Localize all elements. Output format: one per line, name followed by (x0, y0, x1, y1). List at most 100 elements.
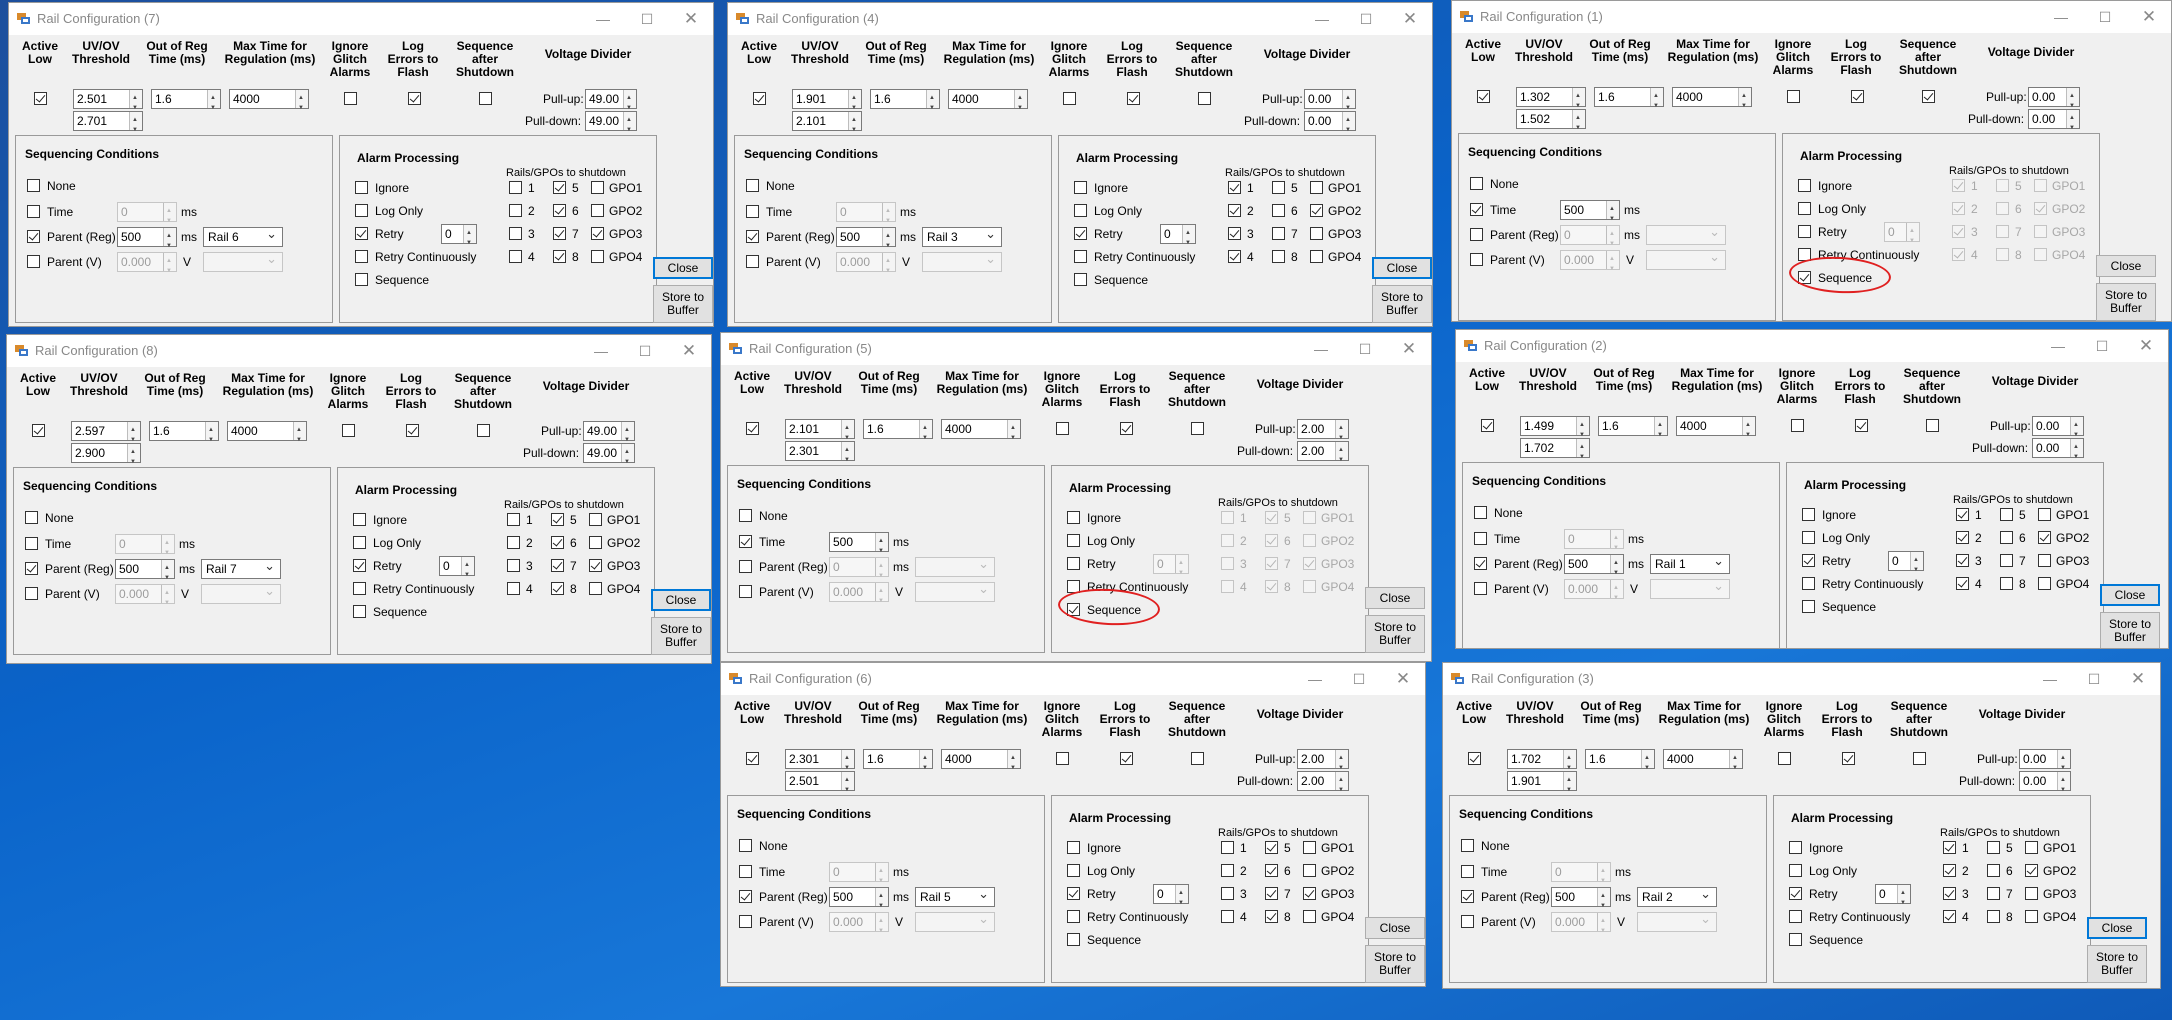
out-of-reg-time-input[interactable]: 1.6 (149, 421, 219, 449)
shutdown-rail-5-checkbox[interactable] (2000, 508, 2013, 521)
uv-threshold-input[interactable]: 2.101 (785, 419, 855, 447)
spin-buttons[interactable] (2066, 87, 2079, 115)
alarm-retry-checkbox[interactable] (355, 227, 368, 240)
spin-buttons[interactable] (875, 532, 888, 560)
active-low-checkbox[interactable] (1477, 90, 1490, 103)
active-low-checkbox[interactable] (1468, 752, 1481, 765)
seq-time-checkbox[interactable] (739, 535, 752, 548)
minimize-icon[interactable]: — (587, 339, 615, 363)
alarm-retry-checkbox[interactable] (1802, 554, 1815, 567)
spin-buttons[interactable] (2057, 749, 2070, 777)
seq-none-checkbox[interactable] (746, 179, 759, 192)
alarm-retry-checkbox[interactable] (1789, 887, 1802, 900)
alarm-retry-continuously-checkbox[interactable] (1074, 250, 1087, 263)
spin-buttons[interactable] (129, 89, 142, 117)
seq-time-checkbox[interactable] (746, 205, 759, 218)
out-of-reg-time-input[interactable]: 1.6 (1594, 87, 1664, 115)
parent-rail-select[interactable]: Rail 6 (203, 225, 283, 247)
alarm-ignore-checkbox[interactable] (1802, 508, 1815, 521)
uv-threshold-input[interactable]: 2.301 (785, 749, 855, 777)
shutdown-rail-8-checkbox[interactable] (1265, 910, 1278, 923)
spin-buttons[interactable] (875, 887, 888, 915)
spin-buttons[interactable] (127, 421, 140, 449)
ov-threshold-input[interactable]: 1.901 (1507, 771, 1577, 799)
spin-buttons[interactable] (205, 421, 218, 449)
seq-time-checkbox[interactable] (1474, 532, 1487, 545)
shutdown-rail-7-checkbox[interactable] (1987, 887, 2000, 900)
shutdown-gpo1-checkbox[interactable] (591, 181, 604, 194)
pull-up-input[interactable]: 0.00 (2028, 87, 2080, 115)
close-icon[interactable]: ✕ (677, 7, 705, 31)
spin-buttons[interactable] (1014, 89, 1027, 117)
retry-count-input[interactable]: 0 (439, 556, 475, 584)
log-errors-checkbox[interactable] (1851, 90, 1864, 103)
ignore-glitch-checkbox[interactable] (1791, 419, 1804, 432)
seq-after-shutdown-checkbox[interactable] (1926, 419, 1939, 432)
shutdown-rail-5-checkbox[interactable] (1272, 181, 1285, 194)
minimize-icon[interactable]: — (1301, 667, 1329, 691)
close-icon[interactable]: ✕ (1395, 337, 1423, 361)
seq-time-checkbox[interactable] (1461, 865, 1474, 878)
close-button[interactable]: Close (1365, 917, 1425, 939)
shutdown-rail-2-checkbox[interactable] (509, 204, 522, 217)
alarm-retry-checkbox[interactable] (1067, 557, 1080, 570)
ignore-glitch-checkbox[interactable] (1056, 422, 1069, 435)
shutdown-rail-6-checkbox[interactable] (551, 536, 564, 549)
title-bar[interactable]: Rail Configuration (7) — ☐ ✕ (9, 3, 713, 35)
spin-buttons[interactable] (2066, 109, 2079, 137)
alarm-sequence-checkbox[interactable] (1789, 933, 1802, 946)
spin-buttons[interactable] (1641, 749, 1654, 777)
shutdown-rail-6-checkbox[interactable] (553, 204, 566, 217)
alarm-log-only-checkbox[interactable] (1802, 531, 1815, 544)
spin-buttons[interactable] (1007, 749, 1020, 777)
spin-buttons[interactable] (1335, 441, 1348, 469)
uv-threshold-input[interactable]: 2.597 (71, 421, 141, 449)
spin-buttons[interactable] (461, 556, 474, 584)
title-bar[interactable]: Rail Configuration (4) — ☐ ✕ (728, 3, 1432, 35)
spin-buttons[interactable] (1654, 416, 1667, 444)
minimize-icon[interactable]: — (1308, 7, 1336, 31)
shutdown-rail-1-checkbox[interactable] (1956, 508, 1969, 521)
seq-parent-v-checkbox[interactable] (1470, 253, 1483, 266)
store-to-buffer-button[interactable]: Store to Buffer (2087, 945, 2147, 983)
title-bar[interactable]: Rail Configuration (1) — ☐ ✕ (1452, 1, 2171, 33)
out-of-reg-time-input[interactable]: 1.6 (870, 89, 940, 117)
log-errors-checkbox[interactable] (408, 92, 421, 105)
seq-parent-reg-checkbox[interactable] (27, 230, 40, 243)
close-button[interactable]: Close (2087, 917, 2147, 939)
minimize-icon[interactable]: — (2036, 667, 2064, 691)
pull-up-input[interactable]: 0.00 (2019, 749, 2071, 777)
close-icon[interactable]: ✕ (1396, 7, 1424, 31)
retry-count-input[interactable]: 0 (1153, 884, 1189, 912)
spin-buttons[interactable] (841, 771, 854, 799)
spin-buttons[interactable] (1576, 438, 1589, 466)
spin-buttons[interactable] (882, 227, 895, 255)
spin-buttons[interactable] (848, 111, 861, 139)
store-to-buffer-button[interactable]: Store to Buffer (2100, 612, 2160, 648)
log-errors-checkbox[interactable] (1120, 752, 1133, 765)
close-icon[interactable]: ✕ (2132, 334, 2160, 358)
spin-buttons[interactable] (161, 559, 174, 587)
pull-down-input[interactable]: 0.00 (1304, 111, 1356, 139)
log-errors-checkbox[interactable] (1120, 422, 1133, 435)
seq-parent-v-checkbox[interactable] (27, 255, 40, 268)
close-button[interactable]: Close (2100, 584, 2160, 606)
pull-down-input[interactable]: 0.00 (2028, 109, 2080, 137)
out-of-reg-time-input[interactable]: 1.6 (863, 419, 933, 447)
alarm-ignore-checkbox[interactable] (1789, 841, 1802, 854)
seq-parent-v-checkbox[interactable] (739, 585, 752, 598)
spin-buttons[interactable] (1897, 884, 1910, 912)
shutdown-gpo2-checkbox[interactable] (1310, 204, 1323, 217)
alarm-ignore-checkbox[interactable] (355, 181, 368, 194)
spin-buttons[interactable] (841, 441, 854, 469)
shutdown-rail-1-checkbox[interactable] (1228, 181, 1241, 194)
close-button[interactable]: Close (651, 589, 711, 611)
spin-buttons[interactable] (623, 89, 636, 117)
shutdown-gpo3-checkbox[interactable] (2038, 554, 2051, 567)
spin-buttons[interactable] (2070, 416, 2083, 444)
shutdown-rail-7-checkbox[interactable] (1272, 227, 1285, 240)
max-time-input[interactable]: 4000 (941, 749, 1021, 777)
alarm-retry-checkbox[interactable] (353, 559, 366, 572)
pull-up-input[interactable]: 49.00 (583, 421, 635, 449)
seq-parent-reg-input[interactable]: 500 (115, 559, 175, 587)
